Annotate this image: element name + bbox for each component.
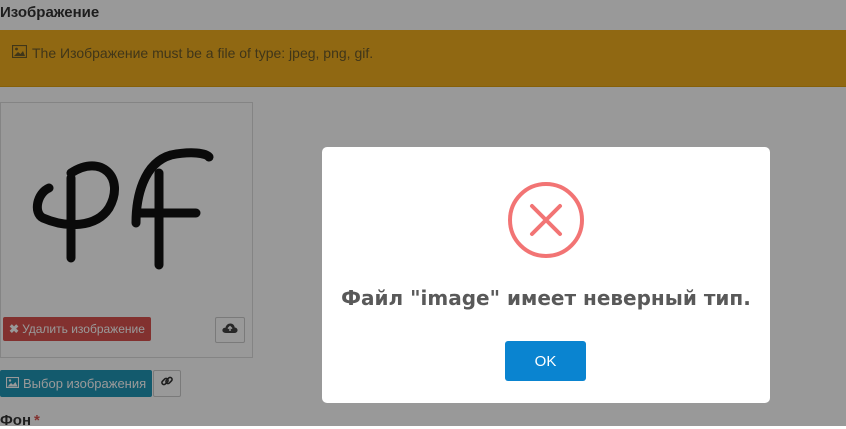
error-dialog: Файл "image" имеет неверный тип. OK [322, 147, 770, 403]
error-x-icon [508, 182, 584, 258]
ok-button[interactable]: OK [505, 341, 586, 381]
dialog-message: Файл "image" имеет неверный тип. [341, 286, 751, 310]
